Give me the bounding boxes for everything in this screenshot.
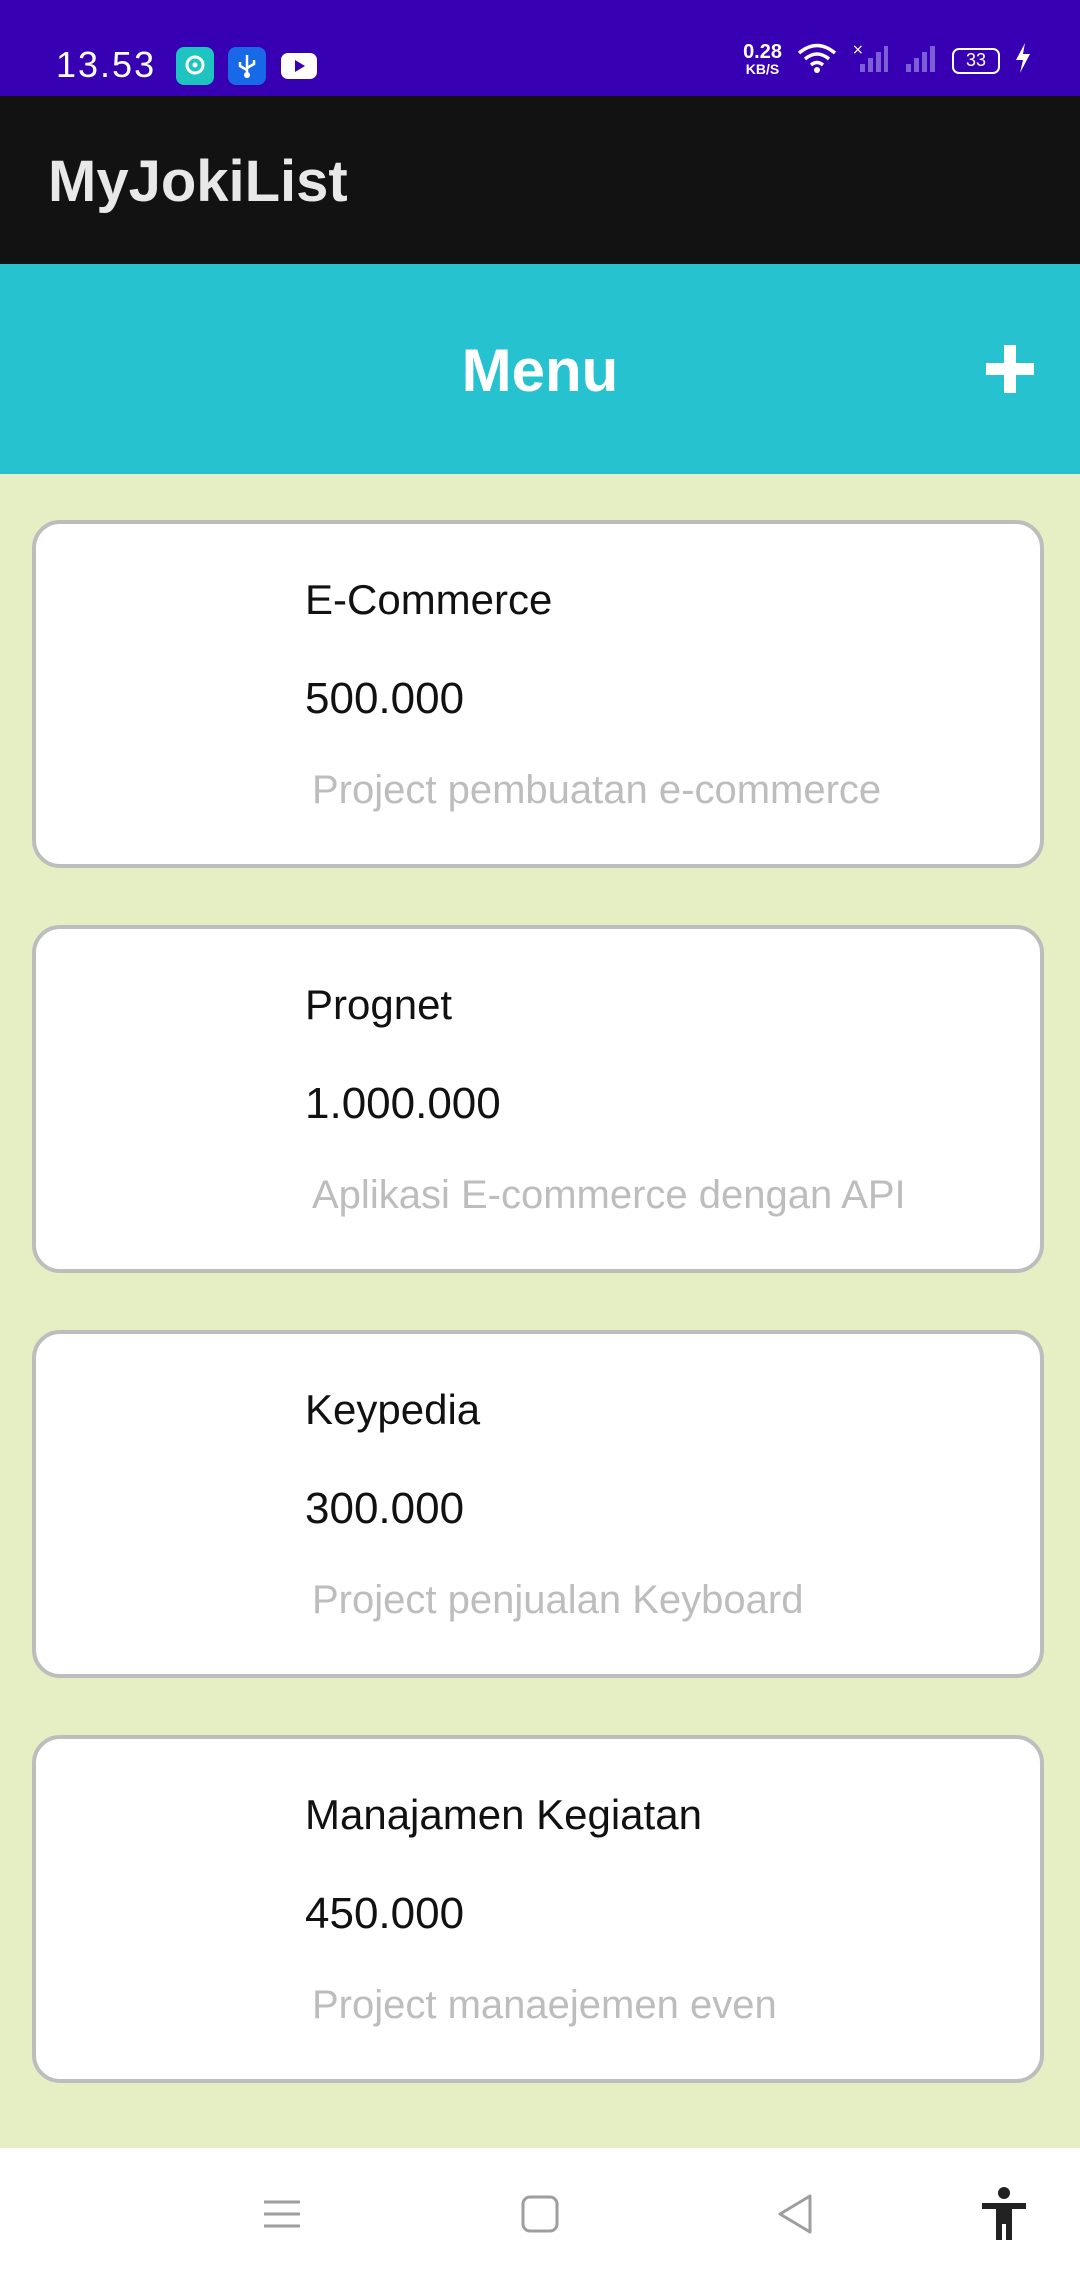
menu-icon <box>264 2200 300 2228</box>
back-button[interactable] <box>766 2184 826 2244</box>
item-price: 1.000.000 <box>305 1079 501 1128</box>
list-item[interactable]: E-Commerce 500.000 Project pembuatan e-c… <box>32 520 1044 868</box>
item-price: 500.000 <box>305 674 465 723</box>
list-item[interactable]: Keypedia 300.000 Project penjualan Keybo… <box>32 1330 1044 1678</box>
app-bar: MyJokiList <box>0 96 1080 264</box>
plus-icon <box>986 345 1034 393</box>
svg-text:×: × <box>852 42 864 58</box>
status-bar: 13.53 0.28 KB/S × 33 <box>0 0 1080 96</box>
back-icon <box>778 2194 812 2234</box>
usb-icon <box>228 47 266 85</box>
item-description: Aplikasi E-commerce dengan API Raja Ongk… <box>312 1173 906 1227</box>
item-title: Prognet <box>305 981 453 1028</box>
menu-title: Menu <box>461 337 619 404</box>
item-title: Manajamen Kegiatan <box>305 1791 702 1838</box>
message-notification-icon <box>176 47 214 85</box>
navigation-bar <box>0 2148 1080 2280</box>
app-title: MyJokiList <box>48 149 348 214</box>
list-item[interactable]: Prognet 1.000.000 Aplikasi E-commerce de… <box>32 925 1044 1273</box>
network-speed-value: 0.28 <box>743 40 782 63</box>
network-speed-unit: KB/S <box>745 60 780 77</box>
home-button[interactable] <box>510 2184 570 2244</box>
battery-level: 33 <box>965 50 987 70</box>
youtube-icon <box>280 47 318 85</box>
add-button[interactable] <box>972 331 1048 407</box>
accessibility-icon <box>982 2187 1026 2240</box>
status-indicators: 0.28 KB/S × 33 <box>743 42 1032 79</box>
menu-header: Menu <box>0 264 1080 474</box>
status-time: 13.53 <box>56 44 157 85</box>
item-description: Project pembuatan e-commerce <box>312 768 882 812</box>
home-icon <box>521 2195 559 2233</box>
item-price: 450.000 <box>305 1889 465 1938</box>
charging-icon <box>1014 42 1032 79</box>
item-title: E-Commerce <box>305 576 553 623</box>
list-item[interactable]: Manajamen Kegiatan 450.000 Project manae… <box>32 1735 1044 2083</box>
item-description: Project manaejemen even <box>312 1983 777 2027</box>
menu-button[interactable] <box>252 2184 312 2244</box>
wifi-icon <box>796 42 838 79</box>
signal-icon: × <box>852 42 888 79</box>
network-speed: 0.28 KB/S <box>743 40 782 78</box>
item-description: Project penjualan Keyboard <box>312 1578 804 1622</box>
item-title: Keypedia <box>305 1386 481 1433</box>
signal-icon <box>902 42 938 79</box>
item-price: 300.000 <box>305 1484 465 1533</box>
accessibility-button[interactable] <box>974 2184 1034 2244</box>
battery-indicator: 33 <box>952 47 1000 74</box>
